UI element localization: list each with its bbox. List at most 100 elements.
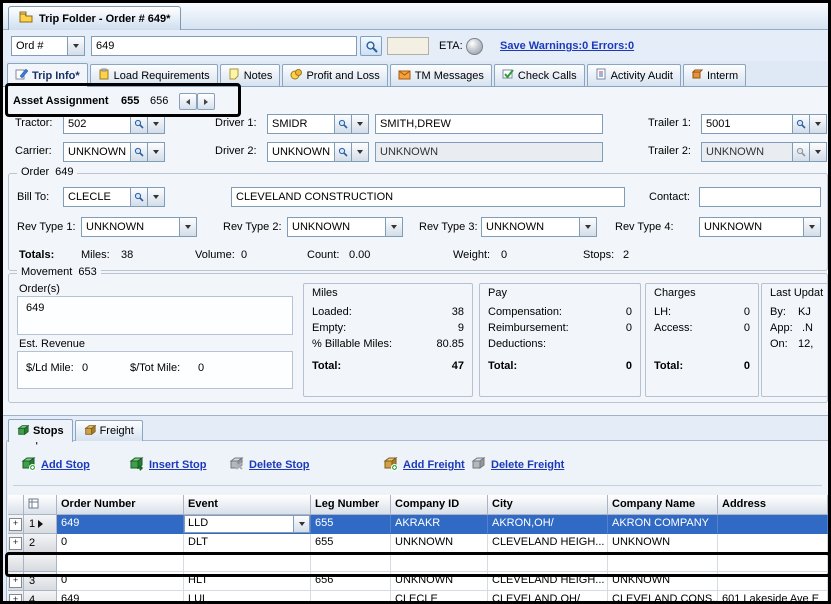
row-expand-cell[interactable] — [8, 534, 24, 553]
cell-city[interactable]: CLEVELAND,OH/ — [488, 591, 608, 604]
tab-trip-info[interactable]: Trip Info* — [7, 63, 88, 87]
cell-order-number[interactable]: 649 — [57, 591, 184, 604]
prev-move-button[interactable] — [179, 93, 197, 110]
trailer1-lookup-button[interactable] — [792, 114, 809, 134]
search-button[interactable] — [360, 36, 382, 56]
row-expand-cell[interactable] — [8, 515, 24, 534]
col-header-event[interactable]: Event — [184, 495, 311, 515]
row-number-cell[interactable]: 1 — [24, 515, 57, 534]
row-number-cell[interactable]: 2 — [24, 534, 57, 553]
cell-company-name[interactable]: UNKNOWN — [608, 572, 718, 591]
cell-address[interactable] — [718, 515, 828, 534]
carrier-lookup-button[interactable] — [130, 142, 147, 162]
col-header-leg-number[interactable]: Leg Number — [311, 495, 391, 515]
tractor-input[interactable]: 502 — [63, 114, 130, 134]
tab-load-requirements[interactable]: Load Requirements — [90, 64, 218, 86]
rev-type-2-select[interactable]: UNKNOWN — [287, 217, 403, 237]
tractor-dropdown-button[interactable] — [147, 114, 165, 134]
add-freight-label[interactable]: Add Freight — [403, 459, 465, 471]
col-header-order-number[interactable]: Order Number — [57, 495, 184, 515]
stop-row-3[interactable]: 3 0 HLT 656 UNKNOWN CLEVELAND HEIGH... U… — [8, 572, 828, 591]
row-expand-cell[interactable] — [8, 591, 24, 604]
cell-address[interactable] — [718, 572, 828, 591]
cell-address[interactable]: 601 Lakeside Ave E — [718, 591, 828, 604]
rev-type-1-select[interactable]: UNKNOWN — [81, 217, 197, 237]
cell-city[interactable]: CLEVELAND HEIGH... — [488, 572, 608, 591]
tab-check-calls[interactable]: Check Calls — [494, 64, 585, 86]
stop-row-2[interactable]: 2 0 DLT 655 UNKNOWN CLEVELAND HEIGH... U… — [8, 534, 828, 553]
row-expand-cell[interactable] — [8, 572, 24, 591]
rev-type-2-dropdown-button[interactable] — [385, 217, 403, 237]
tab-intermodal[interactable]: Interm — [683, 64, 746, 86]
tractor-combo[interactable]: 502 — [63, 114, 165, 134]
cell-leg-number[interactable]: 655 — [311, 515, 391, 534]
add-stop-label[interactable]: Add Stop — [41, 459, 90, 471]
carrier-dropdown-button[interactable] — [147, 142, 165, 162]
cell-city[interactable]: CLEVELAND HEIGH... — [488, 534, 608, 553]
cell-event[interactable]: LUL — [184, 591, 311, 604]
driver1-combo[interactable]: SMIDR — [267, 114, 369, 134]
row-number-cell[interactable]: 4 — [24, 591, 57, 604]
cell-company-id[interactable]: UNKNOWN — [391, 534, 488, 553]
orders-box[interactable]: 649 — [17, 296, 293, 335]
insert-stop-link[interactable]: Insert Stop — [129, 457, 206, 473]
cell-company-id[interactable]: AKRAKR — [391, 515, 488, 534]
cell-company-name[interactable]: UNKNOWN — [608, 534, 718, 553]
carrier-combo[interactable]: UNKNOWN — [63, 142, 165, 162]
window-tab[interactable]: Trip Folder - Order # 649* — [8, 6, 181, 30]
tractor-lookup-button[interactable] — [130, 114, 147, 134]
driver1-input[interactable]: SMIDR — [267, 114, 334, 134]
trailer2-combo[interactable]: UNKNOWN — [701, 142, 827, 162]
expand-icon[interactable] — [9, 537, 22, 550]
cell-event[interactable]: LLD — [184, 515, 311, 534]
delete-freight-link[interactable]: Delete Freight — [471, 457, 564, 473]
driver2-input[interactable]: UNKNOWN — [267, 142, 334, 162]
insert-stop-label[interactable]: Insert Stop — [149, 459, 206, 471]
expand-icon[interactable] — [9, 575, 22, 588]
cell-leg-number[interactable]: 656 — [311, 572, 391, 591]
rev-type-4-select[interactable]: UNKNOWN — [699, 217, 821, 237]
driver2-combo[interactable]: UNKNOWN — [267, 142, 369, 162]
cell-event[interactable]: DLT — [184, 534, 311, 553]
delete-freight-label[interactable]: Delete Freight — [491, 459, 564, 471]
col-header-city[interactable]: City — [488, 495, 608, 515]
delete-stop-link[interactable]: Delete Stop — [229, 457, 310, 473]
cell-company-name[interactable]: AKRON COMPANY — [608, 515, 718, 534]
save-warnings-link[interactable]: Save Warnings:0 Errors:0 — [500, 40, 634, 52]
tab-tm-messages[interactable]: TM Messages — [390, 64, 492, 86]
trailer2-input[interactable]: UNKNOWN — [701, 142, 792, 162]
tab-notes[interactable]: Notes — [220, 64, 281, 86]
cell-city[interactable]: AKRON,OH/ — [488, 515, 608, 534]
cell-leg-number[interactable]: 655 — [311, 534, 391, 553]
cell-company-name[interactable]: CLEVELAND CONS... — [608, 591, 718, 604]
trailer1-dropdown-button[interactable] — [809, 114, 827, 134]
bill-to-lookup-button[interactable] — [130, 187, 147, 207]
driver1-dropdown-button[interactable] — [351, 114, 369, 134]
event-combo[interactable]: LLD — [184, 515, 310, 533]
tab-freight[interactable]: Freight — [75, 420, 143, 441]
trailer1-combo[interactable]: 5001 — [701, 114, 827, 134]
stop-row-1[interactable]: 1 649 LLD 655 AKRAKR AKRON,OH/ AKRON COM… — [8, 515, 828, 534]
delete-stop-label[interactable]: Delete Stop — [249, 459, 310, 471]
next-move-button[interactable] — [197, 93, 215, 110]
driver2-dropdown-button[interactable] — [351, 142, 369, 162]
bill-to-input[interactable]: CLECLE — [63, 187, 130, 207]
grid-row-selector-header[interactable] — [24, 495, 57, 515]
driver2-lookup-button[interactable] — [334, 142, 351, 162]
contact-input[interactable] — [699, 187, 821, 207]
cell-address[interactable] — [718, 534, 828, 553]
ord-type-combo[interactable]: Ord # — [11, 36, 85, 56]
add-stop-link[interactable]: Add Stop — [21, 457, 90, 473]
bill-to-combo[interactable]: CLECLE — [63, 187, 165, 207]
tab-activity-audit[interactable]: Activity Audit — [587, 64, 681, 86]
carrier-input[interactable]: UNKNOWN — [63, 142, 130, 162]
driver1-lookup-button[interactable] — [334, 114, 351, 134]
rev-type-3-select[interactable]: UNKNOWN — [481, 217, 597, 237]
row-number-cell[interactable]: 3 — [24, 572, 57, 591]
cell-order-number[interactable]: 0 — [57, 534, 184, 553]
expand-icon[interactable] — [9, 518, 22, 531]
add-freight-link[interactable]: Add Freight — [383, 457, 465, 473]
cell-order-number[interactable]: 0 — [57, 572, 184, 591]
cell-order-number[interactable]: 649 — [57, 515, 184, 534]
tab-profit-and-loss[interactable]: Profit and Loss — [282, 64, 387, 86]
